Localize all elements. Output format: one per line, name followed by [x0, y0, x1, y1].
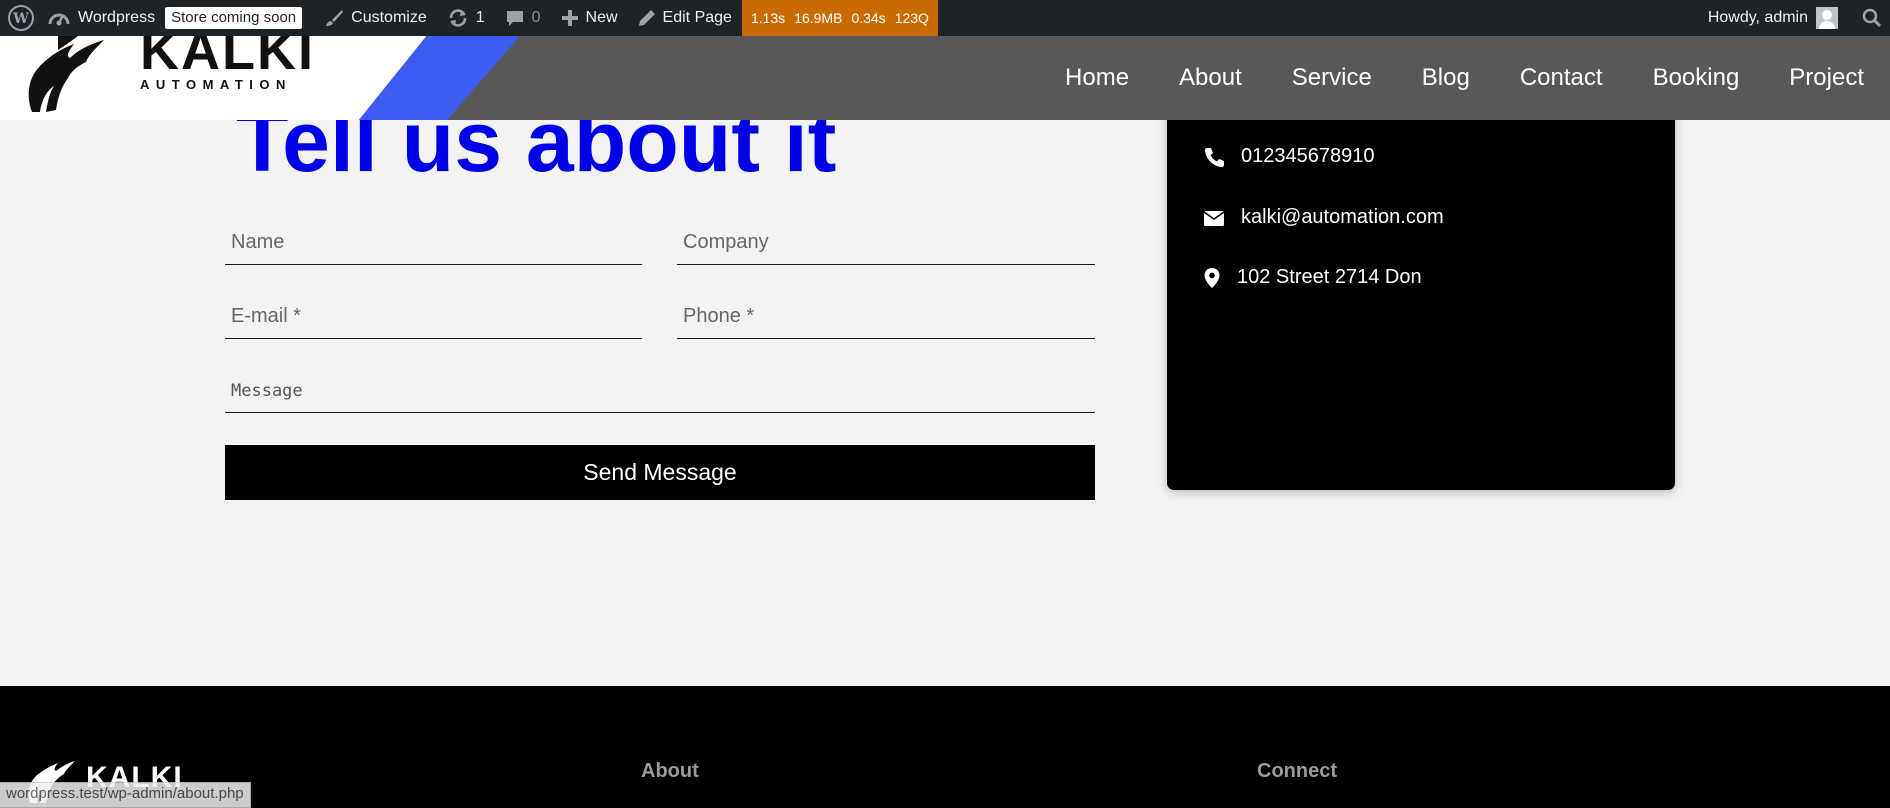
store-coming-soon-badge[interactable]: Store coming soon — [165, 7, 303, 29]
kalki-horse-logo-icon[interactable] — [18, 36, 108, 114]
nav-home[interactable]: Home — [1065, 64, 1129, 92]
new-label: New — [585, 9, 618, 26]
site-name-menu[interactable]: Wordpress Store coming soon — [42, 0, 314, 36]
email-field-wrap — [225, 295, 642, 339]
site-header: KALKI AUTOMATION Home About Service Blog… — [0, 36, 1890, 120]
customize-link[interactable]: Customize — [314, 0, 437, 36]
phone-icon — [1205, 147, 1224, 167]
contact-address-row: 102 Street 2714 Don — [1203, 266, 1422, 289]
qm-memory: 16.9MB — [794, 10, 843, 26]
my-account-menu[interactable]: Howdy, admin — [1698, 0, 1848, 36]
nav-service[interactable]: Service — [1292, 64, 1372, 92]
phone-field-wrap — [677, 295, 1095, 339]
company-input[interactable] — [677, 221, 1095, 264]
updates-icon — [449, 9, 467, 27]
send-message-button[interactable]: Send Message — [225, 445, 1095, 500]
customize-label: Customize — [351, 9, 427, 26]
nav-booking[interactable]: Booking — [1653, 64, 1740, 92]
avatar — [1816, 7, 1838, 29]
nav-contact[interactable]: Contact — [1520, 64, 1603, 92]
contact-phone-row: 012345678910 — [1203, 145, 1374, 168]
query-monitor[interactable]: 1.13s 16.9MB 0.34s 123Q — [741, 0, 938, 36]
wp-admin-bar: W Wordpress Store coming soon Customize … — [0, 0, 1890, 36]
nav-project[interactable]: Project — [1789, 64, 1864, 92]
email-input[interactable] — [225, 295, 642, 338]
updates-count: 1 — [475, 9, 485, 26]
browser-status-url: wordpress.test/wp-admin/about.php — [0, 782, 251, 808]
logo-tagline: AUTOMATION — [140, 77, 292, 92]
qm-db-time: 0.34s — [851, 10, 886, 26]
contact-address: 102 Street 2714 Don — [1237, 266, 1422, 288]
edit-page-label: Edit Page — [662, 9, 732, 26]
new-content-link[interactable]: New — [551, 0, 628, 36]
comment-icon — [506, 11, 523, 26]
qm-time: 1.13s — [750, 10, 786, 26]
site-name: Wordpress — [78, 9, 156, 26]
contact-info-card: 012345678910 kalki@automation.com 102 St… — [1167, 70, 1675, 490]
comments-count: 0 — [531, 9, 541, 26]
updates-link[interactable]: 1 — [437, 0, 495, 36]
search-button[interactable] — [1848, 0, 1890, 36]
nav-about[interactable]: About — [1179, 64, 1242, 92]
phone-input[interactable] — [677, 295, 1095, 338]
wordpress-logo-icon[interactable]: W — [0, 0, 42, 36]
contact-phone: 012345678910 — [1241, 145, 1375, 167]
map-pin-icon — [1204, 267, 1220, 288]
envelope-icon — [1203, 210, 1225, 226]
edit-page-link[interactable]: Edit Page — [628, 0, 742, 36]
message-field-wrap — [225, 369, 1095, 413]
footer-about-heading: About — [641, 760, 699, 782]
svg-text:W: W — [12, 11, 29, 27]
howdy-greeting: Howdy, admin — [1707, 9, 1808, 26]
site-footer: KALKI About Connect — [0, 686, 1890, 808]
main-nav: Home About Service Blog Contact Booking … — [1015, 36, 1890, 120]
logo-wordmark: KALKI — [140, 36, 315, 81]
plus-icon — [561, 10, 578, 26]
contact-email-row: kalki@automation.com — [1203, 206, 1444, 229]
brush-icon — [326, 10, 344, 26]
name-field-wrap — [225, 221, 642, 265]
nav-blog[interactable]: Blog — [1422, 64, 1470, 92]
search-icon — [1862, 8, 1882, 28]
contact-email: kalki@automation.com — [1241, 206, 1444, 228]
footer-connect-heading: Connect — [1257, 760, 1337, 782]
name-input[interactable] — [225, 221, 642, 264]
pencil-icon — [638, 10, 655, 26]
message-textarea[interactable] — [225, 369, 1095, 412]
dashboard-icon — [48, 13, 70, 26]
comments-link[interactable]: 0 — [495, 0, 551, 36]
qm-queries: 123Q — [894, 10, 929, 26]
company-field-wrap — [677, 221, 1095, 265]
